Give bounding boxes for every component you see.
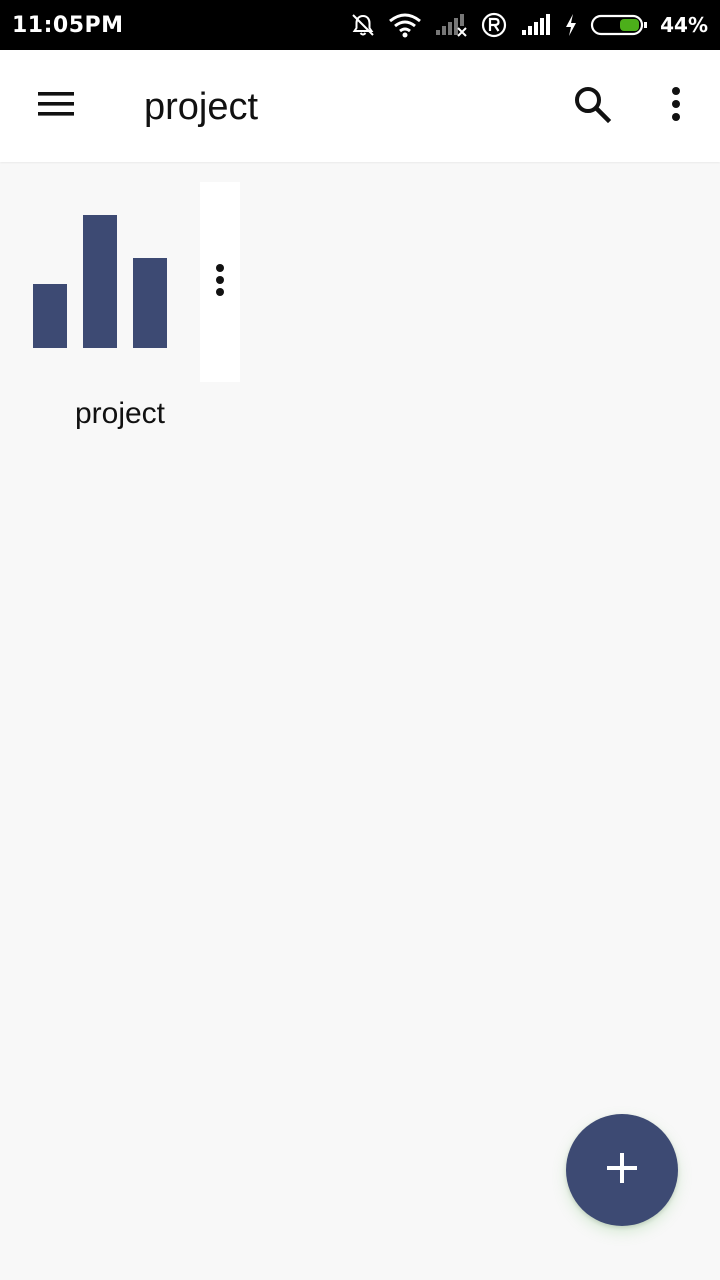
battery-icon	[590, 12, 648, 38]
menu-icon	[36, 89, 76, 124]
thumbnail-bar-2	[83, 215, 117, 348]
signal-no-service-icon	[434, 12, 468, 38]
project-label: project	[74, 397, 166, 430]
roaming-r-icon	[480, 11, 508, 39]
thumbnail-bar-1	[33, 284, 67, 348]
menu-button[interactable]	[24, 74, 88, 138]
search-icon	[572, 84, 612, 129]
app-bar: project	[0, 50, 720, 162]
status-time: 11:05PM	[12, 12, 124, 38]
thumbnail-bar-3	[133, 258, 167, 348]
screen: 11:05PM 44% project project	[0, 0, 720, 1280]
add-project-button[interactable]	[566, 1114, 678, 1226]
charging-bolt-icon	[564, 12, 578, 38]
project-more-button[interactable]	[200, 182, 240, 382]
battery-fill	[620, 19, 640, 31]
status-icons: 44%	[350, 11, 708, 39]
bar-chart-icon	[33, 215, 167, 348]
status-bar: 11:05PM 44%	[0, 0, 720, 50]
page-title: project	[144, 86, 259, 128]
overflow-menu-button[interactable]	[646, 74, 706, 138]
more-vert-icon	[670, 86, 682, 127]
battery-percent: 44%	[660, 13, 708, 37]
signal-full-icon	[520, 12, 552, 38]
search-button[interactable]	[560, 74, 624, 138]
bell-off-icon	[350, 12, 376, 38]
project-tile[interactable]: project	[20, 182, 240, 442]
add-icon	[605, 1151, 639, 1190]
project-thumbnail	[20, 182, 200, 382]
wifi-icon	[388, 12, 422, 38]
more-vert-icon	[215, 263, 225, 302]
